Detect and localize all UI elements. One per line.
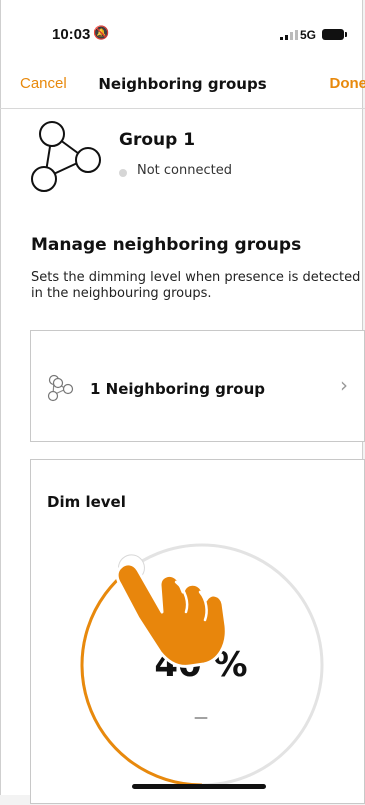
neighboring-group-count: 1 Neighboring group — [90, 380, 265, 398]
done-button[interactable]: Done — [330, 75, 365, 92]
status-time: 10:03 — [52, 26, 90, 43]
connection-status: Not connected — [137, 163, 232, 178]
group-name: Group 1 — [119, 130, 195, 150]
page-title: Neighboring groups — [0, 75, 365, 93]
network-label: 5G — [300, 28, 316, 42]
silent-bell-icon: 🔕 — [93, 26, 109, 41]
signal-icon — [280, 30, 298, 40]
group-network-icon — [30, 118, 110, 198]
battery-icon — [322, 29, 344, 40]
home-indicator — [132, 784, 266, 789]
section-description: Sets the dimming level when presence is … — [31, 270, 361, 302]
dim-level-dial[interactable] — [31, 460, 365, 805]
nav-bar: Cancel Neighboring groups Done — [0, 62, 365, 109]
connection-status-dot — [119, 169, 127, 177]
neighboring-groups-row[interactable]: 1 Neighboring group › — [30, 330, 365, 442]
dim-level-subtext: — — [101, 710, 301, 726]
dial-knob — [118, 555, 144, 581]
neighbor-groups-icon — [46, 374, 74, 402]
dim-level-value: 40 % — [101, 645, 301, 685]
chevron-right-icon: › — [340, 373, 348, 397]
section-title: Manage neighboring groups — [31, 235, 301, 255]
status-bar: 10:03 🔕 5G — [0, 0, 365, 62]
dim-level-card: Dim level 40 % — — [30, 459, 365, 804]
